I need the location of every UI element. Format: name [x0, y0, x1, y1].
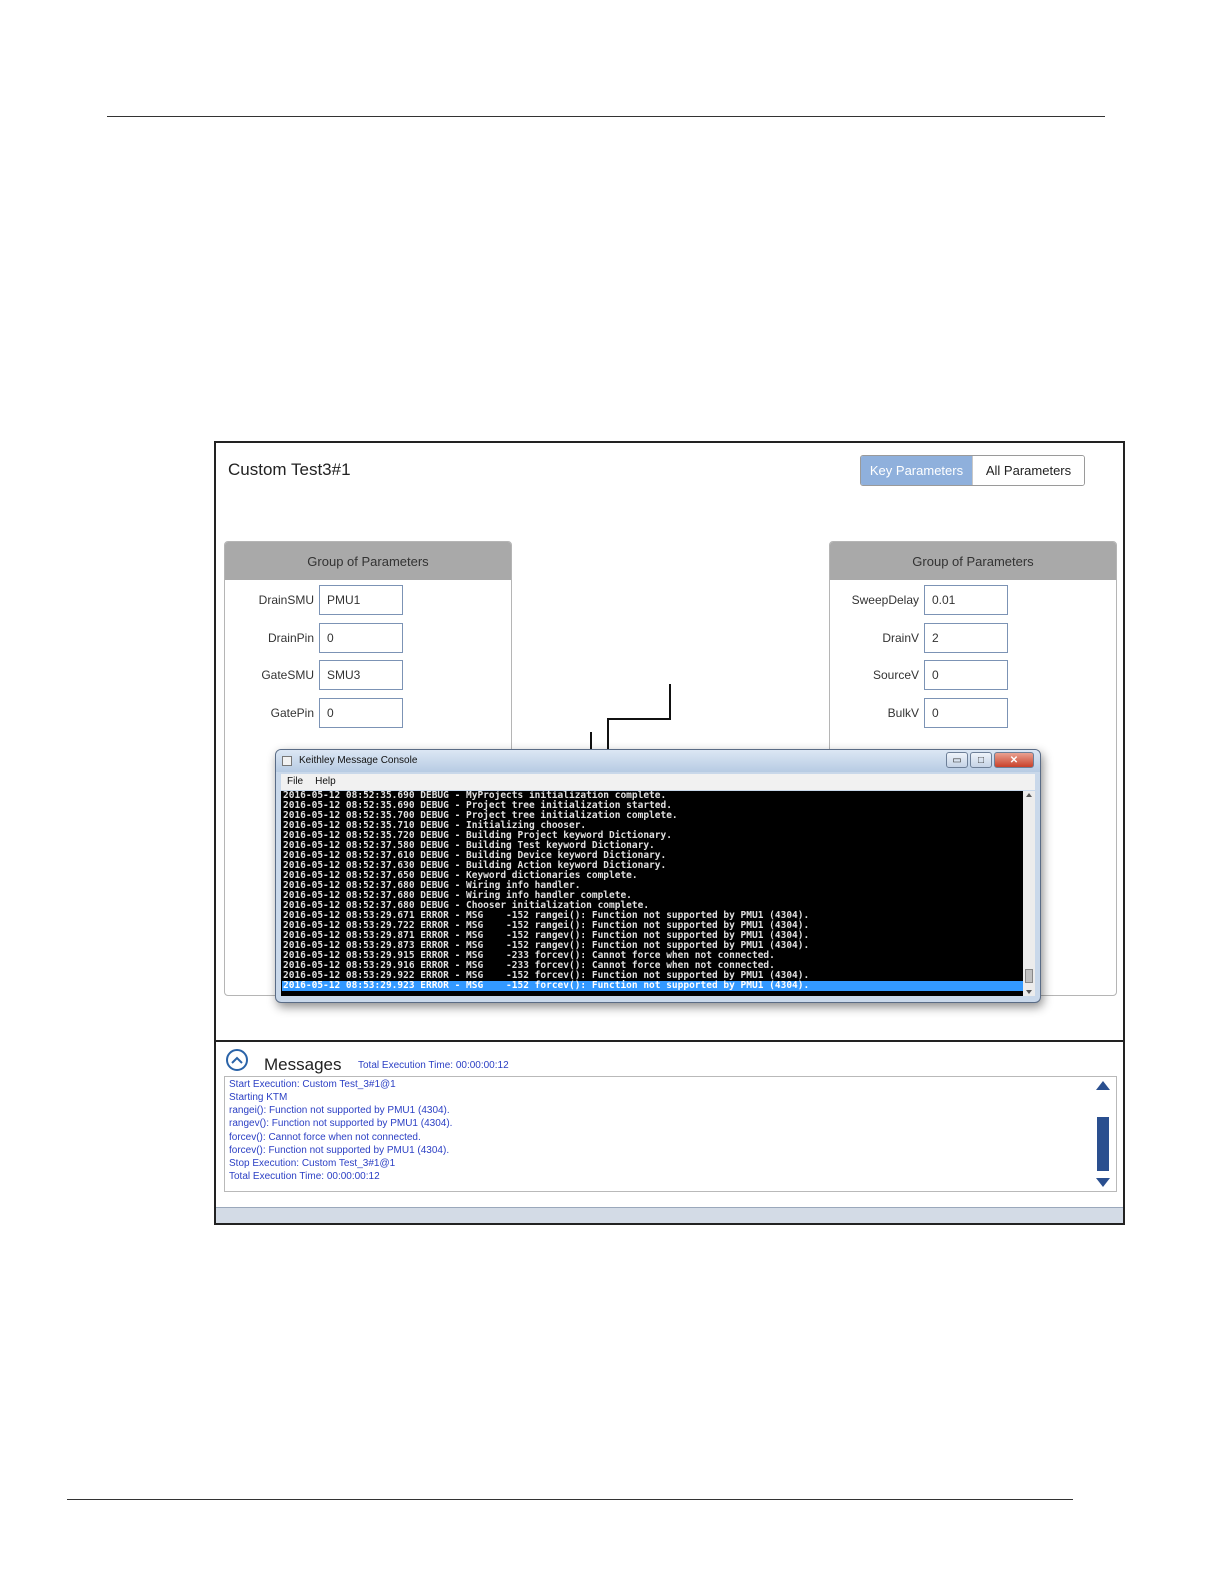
- view-toggle: Key Parameters All Parameters: [860, 455, 1085, 486]
- tab-key-parameters[interactable]: Key Parameters: [861, 456, 972, 485]
- gatesmu-input[interactable]: [319, 660, 403, 690]
- message-line: forcev(): Cannot force when not connecte…: [229, 1132, 421, 1143]
- gatepin-input[interactable]: [319, 698, 403, 728]
- param-label: DrainSMU: [258, 593, 314, 607]
- console-scrollbar[interactable]: [1023, 791, 1035, 996]
- message-line: rangev(): Function not supported by PMU1…: [229, 1118, 453, 1129]
- total-execution-time: Total Execution Time: 00:00:00:12: [358, 1060, 509, 1071]
- message-line: Total Execution Time: 00:00:00:12: [229, 1171, 380, 1182]
- callout-line: [607, 718, 671, 720]
- param-row-drainsmu: DrainSMU: [225, 585, 403, 615]
- scroll-down-icon[interactable]: [1026, 990, 1032, 994]
- param-label: SourceV: [872, 668, 919, 682]
- menu-help[interactable]: Help: [309, 774, 342, 790]
- scroll-thumb[interactable]: [1097, 1117, 1109, 1171]
- page-title: Custom Test3#1: [228, 460, 351, 479]
- message-line: forcev(): Function not supported by PMU1…: [229, 1145, 450, 1156]
- chevron-up-icon[interactable]: [226, 1049, 248, 1071]
- page-bottom-rule: [67, 1499, 1073, 1500]
- messages-divider: [216, 1040, 1123, 1042]
- param-row-drainpin: DrainPin: [225, 623, 403, 653]
- drainpin-input[interactable]: [319, 623, 403, 653]
- sourcev-input[interactable]: [924, 660, 1008, 690]
- drainsmu-input[interactable]: [319, 585, 403, 615]
- scroll-up-icon[interactable]: [1096, 1081, 1110, 1090]
- messages-log[interactable]: Start Execution: Custom Test_3#1@1 Start…: [224, 1076, 1117, 1192]
- message-line: Starting KTM: [229, 1092, 288, 1103]
- window-controls: ▭ □ ✕: [946, 752, 1034, 768]
- param-label: BulkV: [887, 706, 919, 720]
- message-console-window: Keithley Message Console ▭ □ ✕ File Help…: [275, 749, 1041, 1003]
- minimize-button[interactable]: ▭: [946, 752, 968, 768]
- console-title: Keithley Message Console: [299, 755, 418, 766]
- param-label: SweepDelay: [851, 593, 919, 607]
- console-line-selected[interactable]: 2016-05-12 08:53:29.923 ERROR - MSG -152…: [282, 981, 1023, 991]
- console-output[interactable]: 2016-05-12 08:52:35.690 DEBUG - MyProjec…: [281, 791, 1023, 996]
- bulkv-input[interactable]: [924, 698, 1008, 728]
- param-row-gatesmu: GateSMU: [225, 660, 403, 690]
- maximize-button[interactable]: □: [970, 752, 992, 768]
- scroll-up-icon[interactable]: [1026, 793, 1032, 797]
- tab-all-parameters[interactable]: All Parameters: [972, 456, 1084, 485]
- param-label: DrainV: [882, 631, 919, 645]
- status-bar: [216, 1207, 1123, 1223]
- param-row-gatepin: GatePin: [225, 698, 403, 728]
- close-button[interactable]: ✕: [994, 752, 1034, 768]
- message-line: rangei(): Function not supported by PMU1…: [229, 1105, 450, 1116]
- group-header: Group of Parameters: [225, 542, 511, 580]
- message-line: Stop Execution: Custom Test_3#1@1: [229, 1158, 396, 1169]
- scroll-down-icon[interactable]: [1096, 1178, 1110, 1187]
- messages-scrollbar[interactable]: [1096, 1081, 1110, 1187]
- drainv-input[interactable]: [924, 623, 1008, 653]
- param-label: GatePin: [270, 706, 314, 720]
- scroll-thumb[interactable]: [1025, 969, 1033, 983]
- param-row-drainv: DrainV: [830, 623, 1008, 653]
- page-top-rule: [107, 116, 1105, 117]
- param-label: DrainPin: [267, 631, 314, 645]
- param-row-sweepdelay: SweepDelay: [830, 585, 1008, 615]
- message-line: Start Execution: Custom Test_3#1@1: [229, 1079, 396, 1090]
- messages-title: Messages: [264, 1055, 342, 1074]
- group-header: Group of Parameters: [830, 542, 1116, 580]
- app-icon: [282, 756, 292, 766]
- param-row-sourcev: SourceV: [830, 660, 1008, 690]
- menu-file[interactable]: File: [281, 774, 309, 790]
- console-titlebar[interactable]: Keithley Message Console ▭ □ ✕: [276, 750, 1040, 772]
- param-label: GateSMU: [261, 668, 314, 682]
- callout-line: [669, 684, 671, 720]
- param-row-bulkv: BulkV: [830, 698, 1008, 728]
- sweepdelay-input[interactable]: [924, 585, 1008, 615]
- console-menubar: File Help: [281, 774, 1035, 790]
